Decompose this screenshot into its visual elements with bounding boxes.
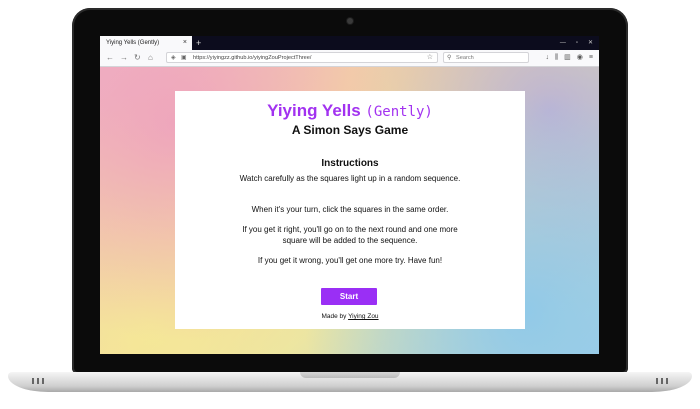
instruction-paragraph: Watch carefully as the squares light up … — [239, 174, 461, 183]
reload-icon[interactable]: ↻ — [134, 50, 141, 66]
page-subtitle: A Simon Says Game — [291, 123, 409, 137]
page-viewport: Yiying Yells (Gently) A Simon Says Game … — [100, 67, 599, 354]
home-icon[interactable]: ⌂ — [148, 50, 153, 66]
close-window-icon[interactable]: ✕ — [588, 36, 593, 50]
vent-left — [32, 378, 46, 384]
search-input[interactable]: ⚲ Search — [443, 52, 529, 63]
webcam — [347, 18, 353, 24]
url-bar[interactable]: ◈ ▣ https://yiyingzz.github.io/yiyingZou… — [166, 52, 438, 63]
url-text[interactable]: https://yiyingzz.github.io/yiyingZouProj… — [193, 53, 311, 63]
search-placeholder: Search — [456, 55, 474, 61]
instruction-paragraph: When it's your turn, click the squares i… — [251, 205, 449, 214]
credit-line: Made by Yiying Zou — [175, 313, 525, 320]
maximize-icon[interactable]: ▫ — [576, 36, 578, 50]
title-paren: (Gently) — [365, 104, 433, 120]
toolbar-icons: ↓ ⫼ ▥ ◉ ≡ — [545, 50, 593, 66]
tab-title: Yiying Yells (Gently) — [106, 40, 160, 46]
instruction-paragraph: If you get it right, you'll go on to the… — [242, 225, 458, 245]
window-controls: — ▫ ✕ — [560, 36, 593, 50]
downloads-icon[interactable]: ↓ — [545, 50, 549, 66]
back-icon[interactable]: ← — [106, 50, 114, 66]
browser-toolbar: ← → ↻ ⌂ ◈ ▣ https://yiyingzz.github.io/y… — [100, 50, 599, 67]
vent-right — [656, 378, 670, 384]
library-icon[interactable]: ⫼ — [555, 50, 558, 66]
forward-icon[interactable]: → — [120, 50, 128, 66]
page-title: Yiying Yells (Gently) — [175, 101, 525, 121]
instructions-heading: Instructions — [321, 158, 379, 169]
new-tab-icon[interactable]: + — [196, 36, 201, 50]
sidebar-icon[interactable]: ▥ — [564, 50, 571, 66]
minimize-icon[interactable]: — — [560, 36, 566, 50]
search-icon: ⚲ — [447, 55, 452, 61]
screen: Yiying Yells (Gently) × + — ▫ ✕ ← → ↻ ⌂ … — [100, 36, 599, 354]
browser-tab[interactable]: Yiying Yells (Gently) × — [100, 36, 192, 50]
tab-bar: Yiying Yells (Gently) × + — ▫ ✕ — [100, 36, 599, 50]
credit-prefix: Made by — [321, 313, 347, 320]
title-main: Yiying Yells — [267, 101, 361, 120]
account-icon[interactable]: ◉ — [577, 50, 583, 66]
lock-icon[interactable]: ▣ — [181, 53, 187, 63]
close-tab-icon[interactable]: × — [183, 36, 187, 50]
instruction-paragraph: If you get it wrong, you'll get one more… — [257, 256, 443, 265]
laptop-notch — [300, 372, 400, 378]
menu-icon[interactable]: ≡ — [589, 50, 593, 66]
star-icon[interactable]: ☆ — [427, 53, 433, 63]
author-link[interactable]: Yiying Zou — [348, 313, 378, 320]
shield-icon[interactable]: ◈ — [171, 53, 176, 63]
start-button[interactable]: Start — [321, 288, 377, 305]
instructions-card: Yiying Yells (Gently) A Simon Says Game … — [175, 91, 525, 329]
